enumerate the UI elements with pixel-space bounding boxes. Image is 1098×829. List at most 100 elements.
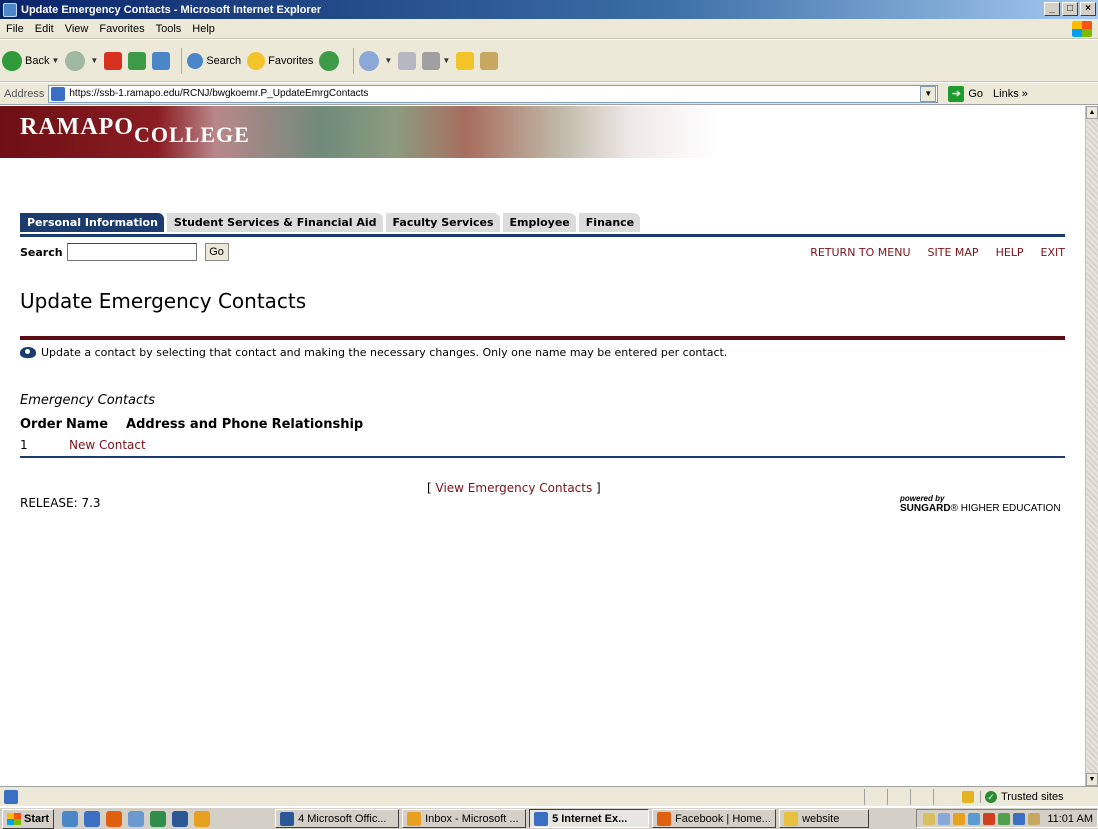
bracket-open: [ <box>427 481 436 495</box>
help-link[interactable]: HELP <box>996 246 1024 259</box>
minimize-button[interactable]: _ <box>1044 2 1060 16</box>
security-zone[interactable]: ✓ Trusted sites <box>980 790 1092 803</box>
lock-icon[interactable] <box>962 790 974 803</box>
task-label: Inbox - Microsoft ... <box>425 812 519 825</box>
chevron-down-icon[interactable]: ▼ <box>51 56 59 65</box>
tray-volume-icon[interactable] <box>1028 812 1041 825</box>
tab-faculty-services[interactable]: Faculty Services <box>385 213 500 232</box>
powered-by-text: powered by <box>900 494 945 503</box>
tab-student-services[interactable]: Student Services & Financial Aid <box>166 213 383 232</box>
tab-finance[interactable]: Finance <box>578 213 641 232</box>
go-button[interactable]: ➔ Go <box>948 85 983 102</box>
release-label: RELEASE: 7.3 <box>20 496 101 510</box>
maximize-button[interactable]: □ <box>1062 2 1078 16</box>
star-icon <box>247 51 266 70</box>
back-button[interactable]: Back ▼ <box>2 50 59 71</box>
ie-icon[interactable] <box>84 810 101 827</box>
new-contact-link[interactable]: New Contact <box>69 438 146 452</box>
window-title-bar[interactable]: Update Emergency Contacts - Microsoft In… <box>0 0 1098 19</box>
refresh-button[interactable] <box>128 51 147 70</box>
quicklaunch-icon[interactable] <box>62 810 79 827</box>
menu-edit[interactable]: Edit <box>35 23 54 35</box>
tray-security-icon[interactable] <box>983 812 996 825</box>
info-eye-icon <box>20 347 36 358</box>
tray-app-icon[interactable] <box>1013 812 1026 825</box>
research-icon <box>480 51 499 70</box>
search-label: Search <box>206 54 242 67</box>
logo-sub: COLLEGE <box>133 122 250 147</box>
page-icon <box>51 86 66 101</box>
tab-employee[interactable]: Employee <box>502 213 576 232</box>
research-button[interactable] <box>480 51 499 70</box>
taskbar-clock[interactable]: 11:01 AM <box>1047 813 1093 825</box>
vertical-scrollbar[interactable]: ▲ ▼ <box>1085 106 1098 786</box>
forward-button[interactable]: ▼ <box>65 50 98 71</box>
firefox-icon[interactable] <box>106 810 123 827</box>
quick-launch <box>62 810 211 827</box>
outlook-icon[interactable] <box>194 810 211 827</box>
address-label: Address <box>4 87 45 100</box>
status-cell <box>887 788 910 805</box>
start-button[interactable]: Start <box>2 808 55 829</box>
taskbar-item-facebook[interactable]: Facebook | Home... <box>652 809 777 828</box>
print-button[interactable] <box>398 51 417 70</box>
folder-button[interactable] <box>456 51 475 70</box>
page-title: Update Emergency Contacts <box>20 289 307 313</box>
address-input[interactable]: https://ssb-1.ramapo.edu/RCNJ/bwgkoemr.P… <box>48 84 939 103</box>
search-go-button[interactable]: Go <box>204 243 229 261</box>
browser-toolbar: Back ▼ ▼ Search Favorites ▼ ▼ <box>0 40 1098 82</box>
word-icon[interactable] <box>172 810 189 827</box>
close-button[interactable]: × <box>1080 2 1096 16</box>
exit-link[interactable]: EXIT <box>1041 246 1065 259</box>
site-search-input[interactable] <box>66 243 197 261</box>
tray-network-icon[interactable] <box>968 812 981 825</box>
chevron-down-icon[interactable]: ▼ <box>384 56 392 65</box>
taskbar-item-inbox[interactable]: Inbox - Microsoft ... <box>402 809 527 828</box>
taskbar-item-website[interactable]: website <box>779 809 870 828</box>
scroll-up-icon[interactable]: ▲ <box>1086 106 1098 119</box>
favorites-button[interactable]: Favorites <box>247 51 313 70</box>
stop-button[interactable] <box>104 51 123 70</box>
mail-button[interactable]: ▼ <box>359 50 392 71</box>
messenger-icon[interactable] <box>128 810 145 827</box>
scroll-down-icon[interactable]: ▼ <box>1086 773 1098 786</box>
task-label: Facebook | Home... <box>675 812 771 825</box>
tray-messenger-icon[interactable] <box>998 812 1011 825</box>
task-label: website <box>802 812 840 825</box>
view-emergency-contacts-link[interactable]: View Emergency Contacts <box>436 481 593 495</box>
menu-view[interactable]: View <box>65 23 89 35</box>
links-toolbar[interactable]: Links » <box>993 88 1028 100</box>
search-button[interactable]: Search <box>187 52 242 69</box>
edit-icon <box>422 51 441 70</box>
home-button[interactable] <box>152 51 171 70</box>
chevron-down-icon[interactable]: ▼ <box>90 56 98 65</box>
search-row: Search Go RETURN TO MENU SITE MAP HELP E… <box>20 241 1065 263</box>
excel-icon[interactable] <box>150 810 167 827</box>
menu-tools[interactable]: Tools <box>156 23 182 35</box>
outlook-icon <box>407 811 422 826</box>
table-row: 1 New Contact <box>20 438 146 452</box>
folder-icon <box>784 811 799 826</box>
tab-personal-information[interactable]: Personal Information <box>20 213 164 232</box>
toolbar-divider <box>181 47 183 74</box>
search-label: Search <box>20 245 63 259</box>
taskbar-item-internet-explorer[interactable]: 5 Internet Ex... <box>529 809 650 828</box>
go-arrow-icon: ➔ <box>948 85 965 102</box>
tray-outlook-icon[interactable] <box>953 812 966 825</box>
menu-file[interactable]: File <box>6 23 24 35</box>
menu-favorites[interactable]: Favorites <box>99 23 144 35</box>
task-label: 5 Internet Ex... <box>552 812 628 825</box>
address-url: https://ssb-1.ramapo.edu/RCNJ/bwgkoemr.P… <box>69 88 369 99</box>
back-label: Back <box>25 54 50 67</box>
menu-help[interactable]: Help <box>192 23 215 35</box>
tray-envelope-icon[interactable] <box>938 812 951 825</box>
address-dropdown[interactable]: ▼ <box>920 85 937 102</box>
chevron-down-icon[interactable]: ▼ <box>442 56 450 65</box>
return-to-menu-link[interactable]: RETURN TO MENU <box>810 246 910 259</box>
history-button[interactable] <box>319 50 342 71</box>
taskbar-item-office[interactable]: 4 Microsoft Offic... <box>275 809 400 828</box>
site-map-link[interactable]: SITE MAP <box>928 246 979 259</box>
tray-mail-icon[interactable] <box>923 812 936 825</box>
ramapo-logo[interactable]: RAMAPOCOLLEGE <box>20 114 250 148</box>
edit-button[interactable]: ▼ <box>422 51 450 70</box>
